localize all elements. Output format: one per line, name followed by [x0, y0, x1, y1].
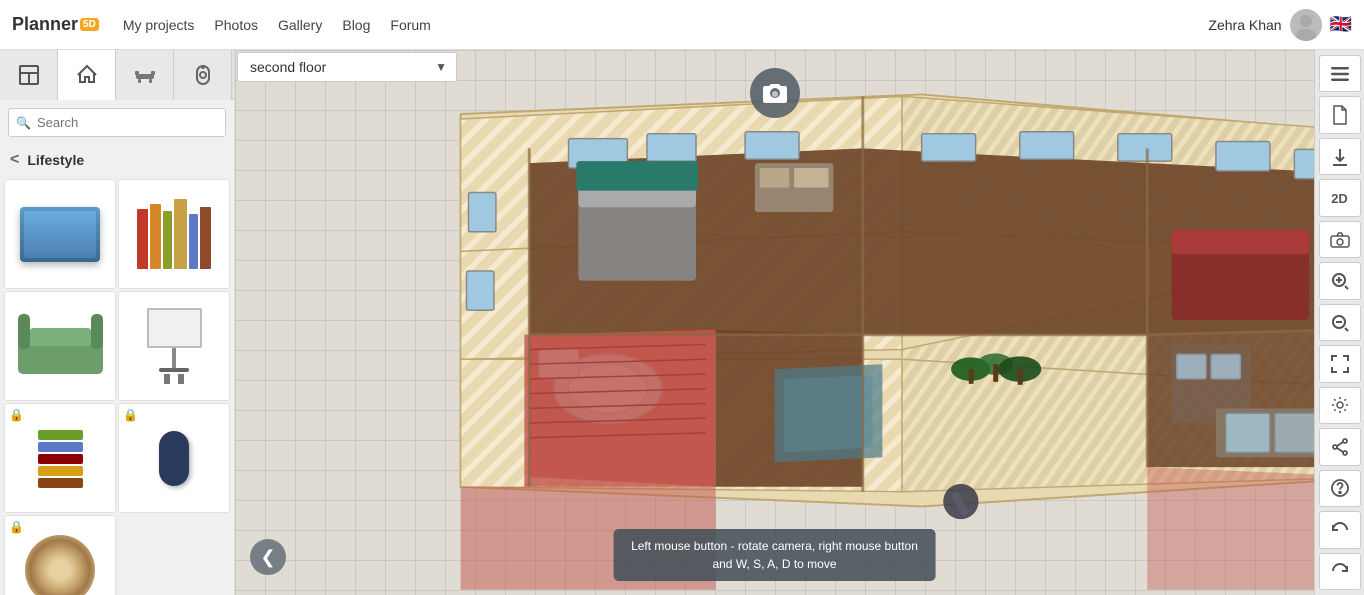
home-tool[interactable]: [58, 50, 116, 100]
viewport-tooltip: Left mouse button - rotate camera, right…: [613, 529, 936, 581]
top-navigation: Planner 5D My projects Photos Gallery Bl…: [0, 0, 1364, 50]
screenshot-camera-button[interactable]: [750, 68, 800, 118]
right-sidebar: 2D: [1314, 50, 1364, 595]
2d-label: 2D: [1331, 191, 1348, 206]
nav-forum[interactable]: Forum: [390, 17, 430, 33]
item-blue-mat[interactable]: [4, 179, 116, 289]
camera-snap-btn[interactable]: [1319, 221, 1361, 258]
lock-icon-books-stack: 🔒: [9, 408, 24, 422]
tooltip-line1: Left mouse button - rotate camera, right…: [631, 539, 918, 553]
category-label: Lifestyle: [27, 152, 84, 168]
nav-links: My projects Photos Gallery Blog Forum: [123, 17, 1209, 33]
floor-select-container: second floor first floor third floor ▼: [237, 52, 457, 82]
zoom-out-btn[interactable]: [1319, 304, 1361, 341]
share-btn[interactable]: [1319, 428, 1361, 465]
2d-btn[interactable]: 2D: [1319, 179, 1361, 216]
search-input[interactable]: [8, 108, 226, 137]
floor-selector-wrapper: second floor first floor third floor ▼: [237, 52, 457, 82]
lock-icon-roll-pillow: 🔒: [123, 408, 138, 422]
nav-my-projects[interactable]: My projects: [123, 17, 195, 33]
nav-photos[interactable]: Photos: [214, 17, 258, 33]
flag-icon: 🇬🇧: [1330, 14, 1352, 35]
undo-btn[interactable]: [1319, 511, 1361, 548]
item-books-stack[interactable]: 🔒: [4, 403, 116, 513]
download-btn[interactable]: [1319, 138, 1361, 175]
nav-back-icon: ❮: [260, 547, 275, 568]
3d-scene: [235, 50, 1314, 595]
category-header[interactable]: < Lifestyle: [0, 145, 234, 175]
books-colorful-display: [137, 199, 211, 269]
nav-back-button[interactable]: ❮: [250, 539, 286, 575]
items-grid: 🔒 🔒 🔒: [0, 175, 234, 595]
settings-btn[interactable]: [1319, 387, 1361, 424]
redo-btn[interactable]: [1319, 553, 1361, 590]
item-books-colorful[interactable]: [118, 179, 230, 289]
logo-text: Planner: [12, 14, 78, 35]
logo[interactable]: Planner 5D: [12, 14, 99, 35]
tooltip-line2: and W, S, A, D to move: [712, 557, 836, 571]
avatar[interactable]: [1290, 9, 1322, 41]
logo-badge: 5D: [80, 18, 99, 31]
search-bar: 🔍: [8, 108, 226, 137]
item-roll-pillow[interactable]: 🔒: [118, 403, 230, 513]
user-name: Zehra Khan: [1208, 17, 1281, 33]
nav-blog[interactable]: Blog: [342, 17, 370, 33]
tool-bar: [0, 50, 234, 100]
item-whiteboard[interactable]: [118, 291, 230, 401]
category-back-icon: <: [10, 151, 19, 169]
nav-gallery[interactable]: Gallery: [278, 17, 322, 33]
item-green-sofa[interactable]: [4, 291, 116, 401]
help-btn[interactable]: [1319, 470, 1361, 507]
search-icon: 🔍: [16, 116, 31, 130]
menu-btn[interactable]: [1319, 55, 1361, 92]
object-tool[interactable]: [174, 50, 232, 100]
user-area: Zehra Khan 🇬🇧: [1208, 9, 1352, 41]
left-sidebar: 🔍 < Lifestyle: [0, 50, 235, 595]
floor-select[interactable]: second floor first floor third floor: [237, 52, 457, 82]
item-rug-round[interactable]: 🔒: [4, 515, 116, 595]
files-btn[interactable]: [1319, 96, 1361, 133]
floor-plan-tool[interactable]: [0, 50, 58, 100]
furniture-tool[interactable]: [116, 50, 174, 100]
fit-btn[interactable]: [1319, 345, 1361, 382]
zoom-in-btn[interactable]: [1319, 262, 1361, 299]
lock-icon-rug-round: 🔒: [9, 520, 24, 534]
main-viewport: ❮ Left mouse button - rotate camera, rig…: [235, 50, 1314, 595]
